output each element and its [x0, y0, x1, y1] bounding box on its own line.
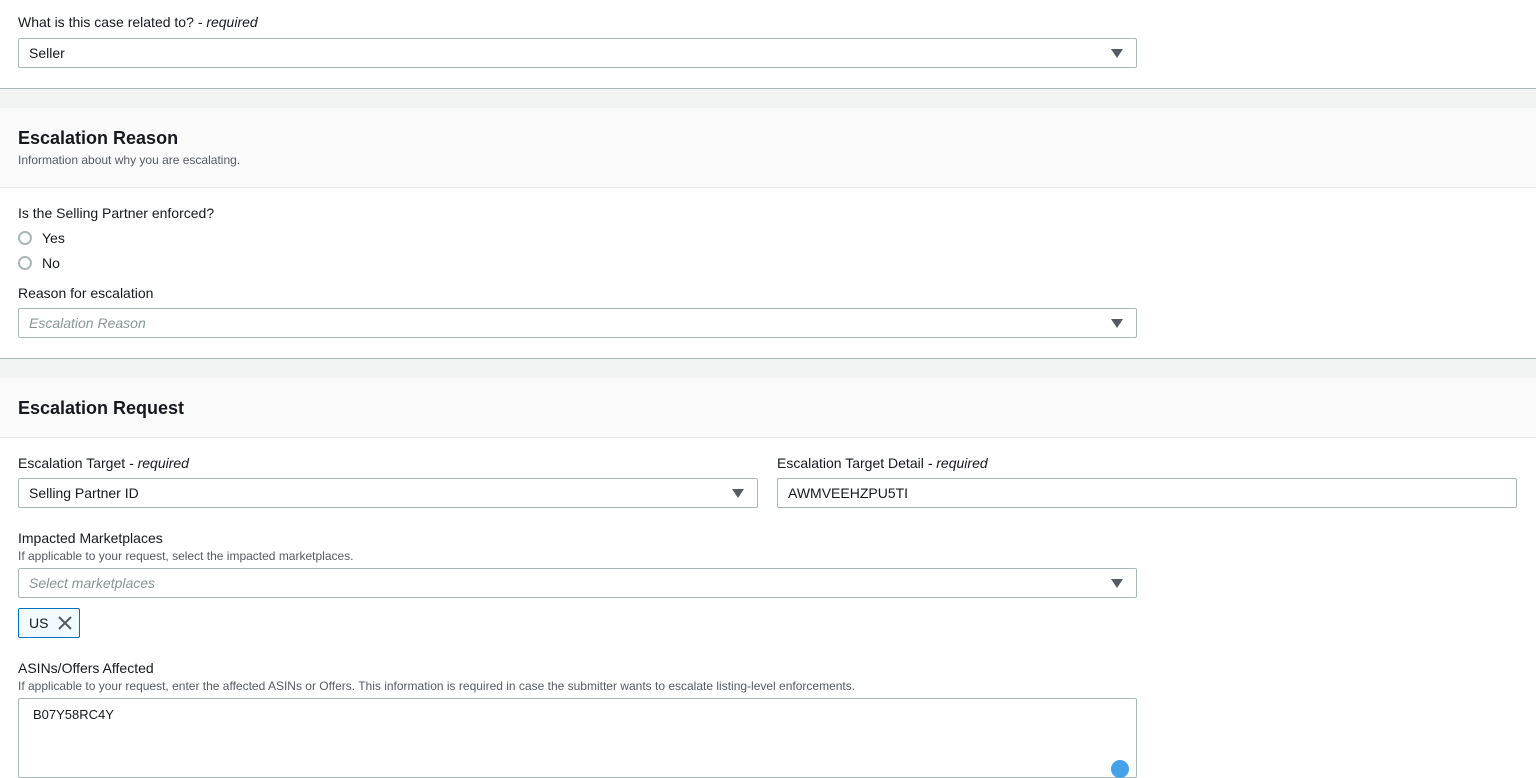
radio-no-label[interactable]: No: [42, 255, 60, 271]
close-icon[interactable]: [58, 616, 72, 630]
marketplaces-label: Impacted Marketplaces: [18, 530, 163, 546]
case-related-select[interactable]: Seller: [18, 38, 1137, 68]
escalation-reason-header: Escalation Reason Information about why …: [0, 108, 1536, 188]
enforced-question: Is the Selling Partner enforced?: [18, 205, 215, 221]
asins-textarea[interactable]: B07Y58RC4Y: [18, 698, 1137, 778]
target-required: - required: [129, 455, 189, 471]
escalation-request-header: Escalation Request: [0, 378, 1536, 438]
target-detail-label-text: Escalation Target Detail: [777, 455, 924, 471]
asins-description: If applicable to your request, enter the…: [18, 679, 856, 693]
case-related-value: Seller: [29, 45, 65, 61]
escalation-reason-title: Escalation Reason: [18, 128, 179, 148]
caret-down-icon: [1111, 49, 1123, 58]
target-detail-value: AWMVEEHZPU5TI: [788, 485, 909, 501]
section-gap: [0, 359, 1536, 378]
target-label-text: Escalation Target: [18, 455, 126, 471]
target-label: Escalation Target - required: [18, 455, 189, 471]
escalation-reason-description: Information about why you are escalating…: [18, 153, 241, 167]
target-select[interactable]: Selling Partner ID: [18, 478, 758, 508]
target-value: Selling Partner ID: [29, 485, 139, 501]
marketplaces-description: If applicable to your request, select th…: [18, 549, 354, 563]
reason-placeholder: Escalation Reason: [29, 315, 146, 331]
target-detail-input[interactable]: AWMVEEHZPU5TI: [777, 478, 1517, 508]
case-related-label: What is this case related to? - required: [18, 14, 258, 30]
target-detail-required: - required: [927, 455, 988, 471]
radio-no[interactable]: [18, 256, 32, 270]
caret-down-icon: [1111, 579, 1123, 588]
section-gap: [0, 89, 1536, 108]
marketplaces-select[interactable]: Select marketplaces: [18, 568, 1137, 598]
asins-label: ASINs/Offers Affected: [18, 660, 154, 676]
case-related-required: - required: [197, 14, 258, 30]
marketplaces-placeholder: Select marketplaces: [29, 575, 156, 591]
reason-select[interactable]: Escalation Reason: [18, 308, 1137, 338]
caret-down-icon: [1111, 319, 1123, 328]
target-detail-label: Escalation Target Detail - required: [777, 455, 988, 471]
caret-down-icon: [732, 489, 744, 498]
radio-yes[interactable]: [18, 231, 32, 245]
marketplace-token-us: US: [18, 608, 80, 638]
case-related-label-text: What is this case related to?: [18, 14, 194, 30]
asins-value: B07Y58RC4Y: [33, 707, 114, 722]
token-label: US: [29, 615, 49, 631]
radio-yes-label[interactable]: Yes: [42, 230, 65, 246]
assistant-badge-icon[interactable]: [1111, 760, 1129, 778]
reason-label: Reason for escalation: [18, 285, 154, 301]
escalation-request-title: Escalation Request: [18, 398, 185, 418]
